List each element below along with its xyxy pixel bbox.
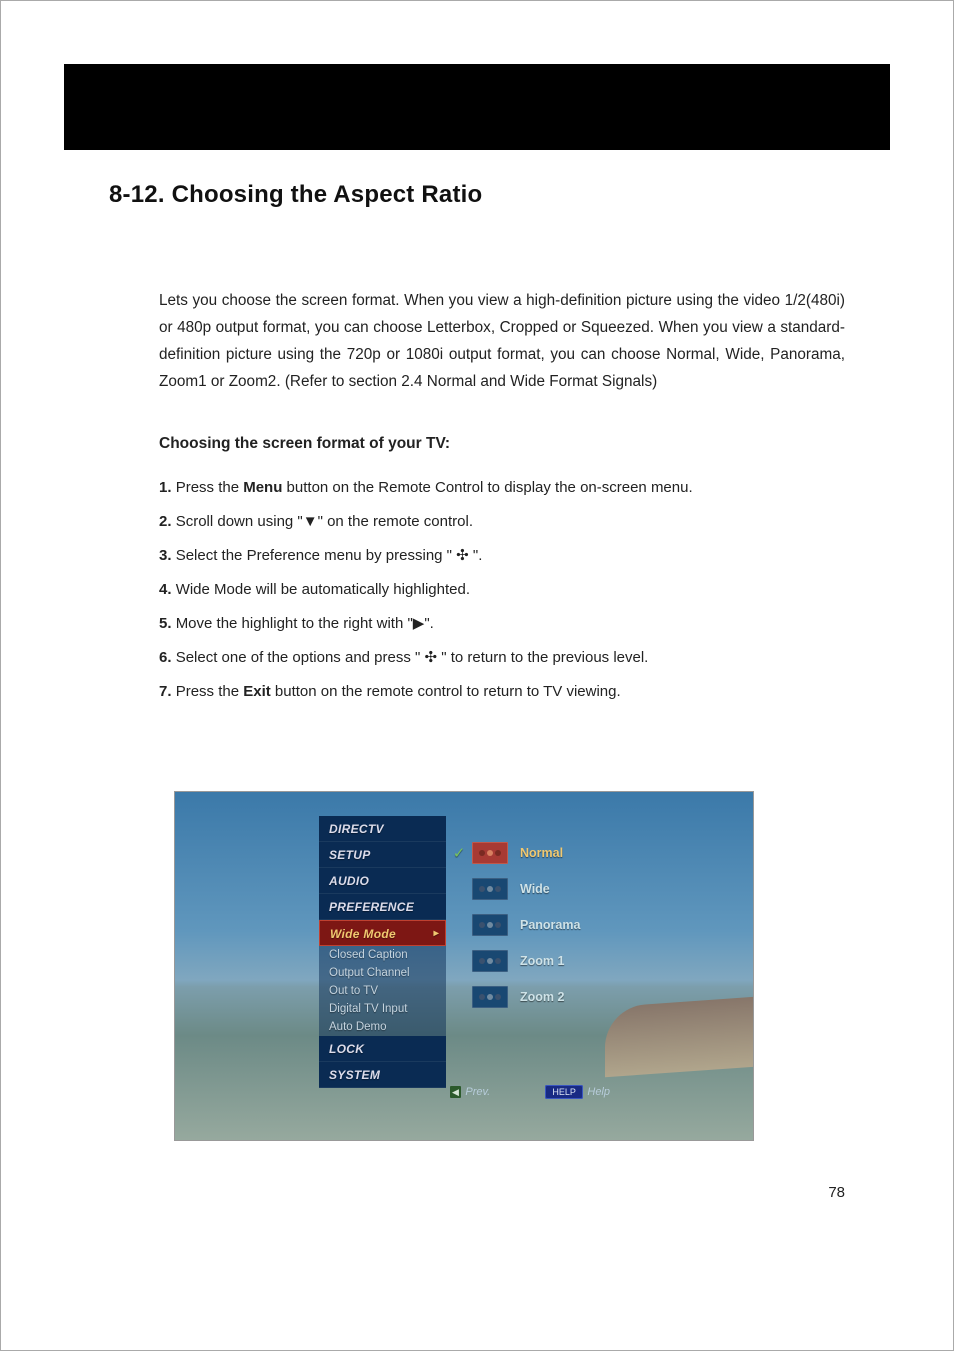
menu-left-panel: DIRECTV SETUP AUDIO PREFERENCE Wide Mode… [319, 816, 446, 1088]
prev-icon: ◀ [450, 1086, 461, 1098]
section-heading: 8-12. Choosing the Aspect Ratio [109, 181, 845, 209]
document-page: 8-12. Choosing the Aspect Ratio Lets you… [0, 0, 954, 1351]
step-text-bold: Exit [243, 683, 271, 700]
menu-subitem: Output Channel [319, 964, 446, 982]
menu-subitems: Closed Caption Output Channel Out to TV … [319, 946, 446, 1036]
step-2: 2. Scroll down using "▼" on the remote c… [159, 505, 845, 539]
step-text: Move the highlight to the right with "▶"… [176, 615, 434, 632]
option-label: Zoom 2 [520, 990, 564, 1004]
step-6: 6. Select one of the options and press "… [159, 641, 845, 675]
step-text: Scroll down using "▼" on the remote cont… [176, 513, 473, 530]
step-7: 7. Press the Exit button on the remote c… [159, 675, 845, 709]
step-text: Wide Mode will be automatically highligh… [176, 581, 470, 598]
help-label: Help [587, 1086, 610, 1098]
aspect-icon [472, 950, 508, 972]
step-number: 6. [159, 649, 172, 666]
step-text: Select the Preference menu by pressing "… [176, 547, 483, 564]
step-text-post: button on the Remote Control to display … [282, 479, 692, 496]
step-3: 3. Select the Preference menu by pressin… [159, 539, 845, 573]
step-5: 5. Move the highlight to the right with … [159, 607, 845, 641]
page-number: 78 [828, 1184, 845, 1201]
menu-footer: ◀ Prev. HELP Help [450, 1082, 610, 1100]
page-content: 8-12. Choosing the Aspect Ratio Lets you… [109, 181, 845, 709]
option-wide: Wide [450, 876, 610, 902]
menu-category-audio: AUDIO [319, 868, 446, 894]
option-label: Wide [520, 882, 550, 896]
steps-list: 1. Press the Menu button on the Remote C… [159, 471, 845, 709]
step-text-post: button on the remote control to return t… [271, 683, 621, 700]
option-zoom1: Zoom 1 [450, 948, 610, 974]
step-text-bold: Menu [243, 479, 282, 496]
option-panorama: Panorama [450, 912, 610, 938]
step-number: 2. [159, 513, 172, 530]
option-label: Panorama [520, 918, 580, 932]
intro-paragraph: Lets you choose the screen format. When … [159, 287, 845, 395]
menu-subitem: Auto Demo [319, 1018, 446, 1036]
help-icon: HELP [545, 1085, 583, 1099]
aspect-icon [472, 986, 508, 1008]
step-number: 3. [159, 547, 172, 564]
help-group: HELP Help [545, 1082, 610, 1100]
step-4: 4. Wide Mode will be automatically highl… [159, 573, 845, 607]
menu-subitem: Digital TV Input [319, 1000, 446, 1018]
aspect-icon [472, 878, 508, 900]
menu-subitem: Out to TV [319, 982, 446, 1000]
check-icon: ✓ [450, 844, 468, 862]
aspect-icon [472, 842, 508, 864]
option-label: Zoom 1 [520, 954, 564, 968]
step-number: 4. [159, 581, 172, 598]
option-label: Normal [520, 846, 563, 860]
option-zoom2: Zoom 2 [450, 984, 610, 1010]
aspect-ratio-options: ✓ Normal Wide Panorama Zoom 1 [450, 840, 610, 1020]
aspect-icon [472, 914, 508, 936]
step-text-pre: Press the [176, 479, 244, 496]
menu-subitem: Closed Caption [319, 946, 446, 964]
header-black-band [64, 64, 890, 150]
step-number: 5. [159, 615, 172, 632]
menu-category-setup: SETUP [319, 842, 446, 868]
prev-label: Prev. [465, 1086, 490, 1098]
prev-group: ◀ Prev. [450, 1082, 490, 1100]
menu-category-system: SYSTEM [319, 1062, 446, 1088]
subheading: Choosing the screen format of your TV: [159, 435, 845, 453]
step-text: Select one of the options and press " ✣ … [176, 649, 649, 666]
step-number: 7. [159, 683, 172, 700]
menu-category-preference: PREFERENCE [319, 894, 446, 920]
step-1: 1. Press the Menu button on the Remote C… [159, 471, 845, 505]
menu-item-wide-mode: Wide Mode [319, 920, 446, 946]
option-normal: ✓ Normal [450, 840, 610, 866]
menu-category-directv: DIRECTV [319, 816, 446, 842]
menu-category-lock: LOCK [319, 1036, 446, 1062]
tv-menu-screenshot: DIRECTV SETUP AUDIO PREFERENCE Wide Mode… [174, 791, 754, 1141]
step-text-pre: Press the [176, 683, 244, 700]
step-number: 1. [159, 479, 172, 496]
